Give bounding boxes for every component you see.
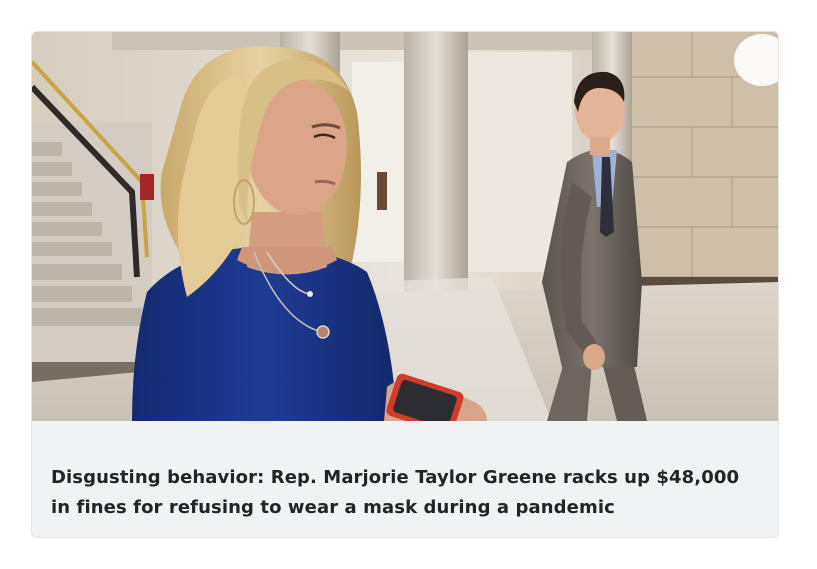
article-photo[interactable] bbox=[32, 32, 778, 421]
article-caption[interactable]: Disgusting behavior: Rep. Marjorie Taylo… bbox=[32, 421, 778, 537]
article-headline[interactable]: Disgusting behavior: Rep. Marjorie Taylo… bbox=[51, 463, 760, 523]
article-card[interactable]: Disgusting behavior: Rep. Marjorie Taylo… bbox=[31, 31, 779, 538]
